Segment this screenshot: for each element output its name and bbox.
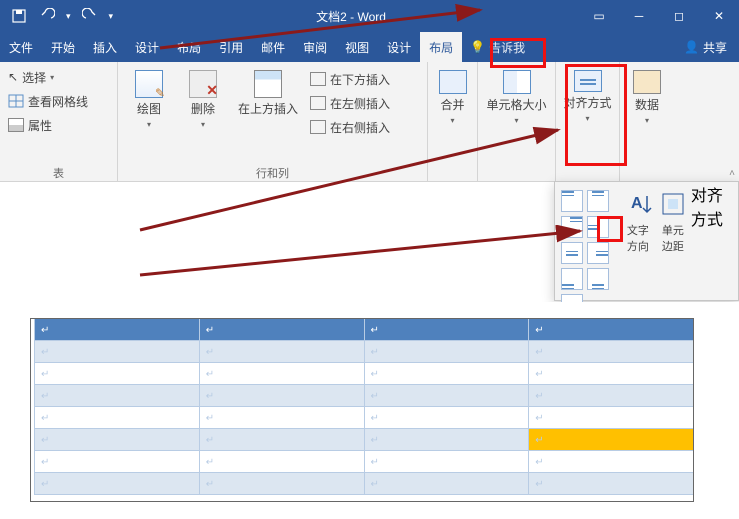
draw-table-icon [135,70,163,98]
table[interactable]: ↵↵↵↵ ↵↵↵↵ ↵↵↵↵ ↵↵↵↵ ↵↵↵↵ ↵↵↵↵ ↵↵↵↵ ↵↵↵↵ [34,318,694,495]
table-row: ↵↵↵↵ [35,363,694,385]
document-area: ↵↵↵↵ ↵↵↵↵ ↵↵↵↵ ↵↵↵↵ ↵↵↵↵ ↵↵↵↵ ↵↵↵↵ ↵↵↵↵ [0,302,739,519]
insert-left-button[interactable]: 在左侧插入 [308,92,392,114]
insert-above-button[interactable]: 在上方插入 [232,66,304,116]
tab-home[interactable]: 开始 [42,32,84,62]
minimize-button[interactable]: ─ [619,0,659,32]
table-row: ↵↵↵↵ [35,429,694,451]
cell-size-icon [503,70,531,94]
document-title: 文档2 - Word [123,8,579,25]
maximize-button[interactable]: ◻ [659,0,699,32]
undo-button[interactable] [38,7,56,25]
table-row: ↵↵↵↵ [35,407,694,429]
group-table: ↖选择 ▾ 查看网格线 属性 表 [0,62,118,181]
group-cell-size: 单元格大小▾ [478,62,556,181]
align-middle-center[interactable] [561,242,583,264]
align-top-left[interactable] [561,190,583,212]
cursor-icon: ↖ [8,70,18,84]
window-buttons: ▭ ─ ◻ ✕ [579,0,739,32]
table-row: ↵↵↵↵ [35,473,694,495]
text-direction-icon: A [627,190,655,218]
orange-cell: ↵ [529,429,694,451]
qat-customize[interactable]: ▾ [109,11,114,22]
tab-references[interactable]: 引用 [210,32,252,62]
tell-me[interactable]: 💡 告诉我 [462,32,533,62]
group-data: 数据▾ [620,62,674,181]
tab-table-design[interactable]: 设计 [378,32,420,62]
text-direction-button[interactable]: A 文字方向 [627,190,655,300]
properties-icon [8,118,24,132]
data-button[interactable]: 数据▾ [626,66,668,125]
share-button[interactable]: 👤 共享 [672,32,739,62]
tab-layout[interactable]: 布局 [168,32,210,62]
insert-right-button[interactable]: 在右侧插入 [308,116,392,138]
table-row: ↵↵↵↵ [35,319,694,341]
undo-dropdown[interactable]: ▾ [66,11,71,22]
merge-icon [439,70,467,94]
align-middle-left[interactable] [587,216,609,238]
group-merge: 合并▾ [428,62,478,181]
tab-design[interactable]: 设计 [126,32,168,62]
insert-right-icon [310,120,326,134]
save-button[interactable] [10,7,28,25]
arrow-to-align-cell [130,225,590,285]
draw-table-button[interactable]: 绘图▾ [124,66,174,129]
data-icon [633,70,661,94]
person-icon: 👤 [684,40,699,54]
close-button[interactable]: ✕ [699,0,739,32]
alignment-icon [574,70,602,92]
view-gridlines-button[interactable]: 查看网格线 [6,90,90,112]
align-bottom-center[interactable] [587,268,609,290]
insert-below-button[interactable]: 在下方插入 [308,68,392,90]
delete-button[interactable]: 删除▾ [178,66,228,129]
table-row: ↵↵↵↵ [35,385,694,407]
table-row: ↵↵↵↵ [35,341,694,363]
quick-access-toolbar: ▾ ▾ [0,7,123,25]
properties-button[interactable]: 属性 [6,114,90,136]
table-row: ↵↵↵↵ [35,451,694,473]
cell-margins-icon [659,190,687,218]
ribbon-display-options[interactable]: ▭ [579,0,619,32]
svg-text:A: A [631,195,643,212]
tab-insert[interactable]: 插入 [84,32,126,62]
insert-above-icon [254,70,282,98]
delete-icon [189,70,217,98]
collapse-ribbon-button[interactable]: ˄ [729,168,735,179]
share-label: 共享 [703,39,727,56]
alignment-button[interactable]: 对齐方式▾ [562,66,613,123]
group-alignment: 对齐方式▾ [556,62,620,181]
align-bottom-left[interactable] [561,268,583,290]
redo-button[interactable] [81,7,99,25]
alignment-grid [555,182,623,300]
ribbon-tabs: 文件 开始 插入 设计 布局 引用 邮件 审阅 视图 设计 布局 💡 告诉我 👤… [0,32,739,62]
alignment-popup-label: 对齐方式 [691,182,738,300]
select-button[interactable]: ↖选择 ▾ [6,66,90,88]
cell-size-button[interactable]: 单元格大小▾ [484,66,549,125]
align-top-right[interactable] [561,216,583,238]
insert-left-icon [310,96,326,110]
tab-view[interactable]: 视图 [336,32,378,62]
tell-me-label: 告诉我 [489,39,525,56]
title-bar: ▾ ▾ 文档2 - Word ▭ ─ ◻ ✕ [0,0,739,32]
tab-review[interactable]: 审阅 [294,32,336,62]
tab-table-layout[interactable]: 布局 [420,32,462,62]
group-rows-columns-label: 行和列 [124,165,421,181]
ribbon: ↖选择 ▾ 查看网格线 属性 表 绘图▾ 删除▾ 在上方插入 在下方插入 在左侧… [0,62,739,182]
insert-below-icon [310,72,326,86]
align-top-center[interactable] [587,190,609,212]
align-middle-right[interactable] [587,242,609,264]
group-table-label: 表 [6,165,111,181]
lightbulb-icon: 💡 [470,40,485,54]
cell-margins-button[interactable]: 单元 边距 [659,190,687,300]
merge-button[interactable]: 合并▾ [434,66,471,125]
group-rows-columns: 绘图▾ 删除▾ 在上方插入 在下方插入 在左侧插入 在右侧插入 行和列 [118,62,428,181]
tab-file[interactable]: 文件 [0,32,42,62]
tab-mailings[interactable]: 邮件 [252,32,294,62]
grid-icon [8,94,24,108]
alignment-dropdown-panel: A 文字方向 单元 边距 对齐方式 [554,181,739,301]
